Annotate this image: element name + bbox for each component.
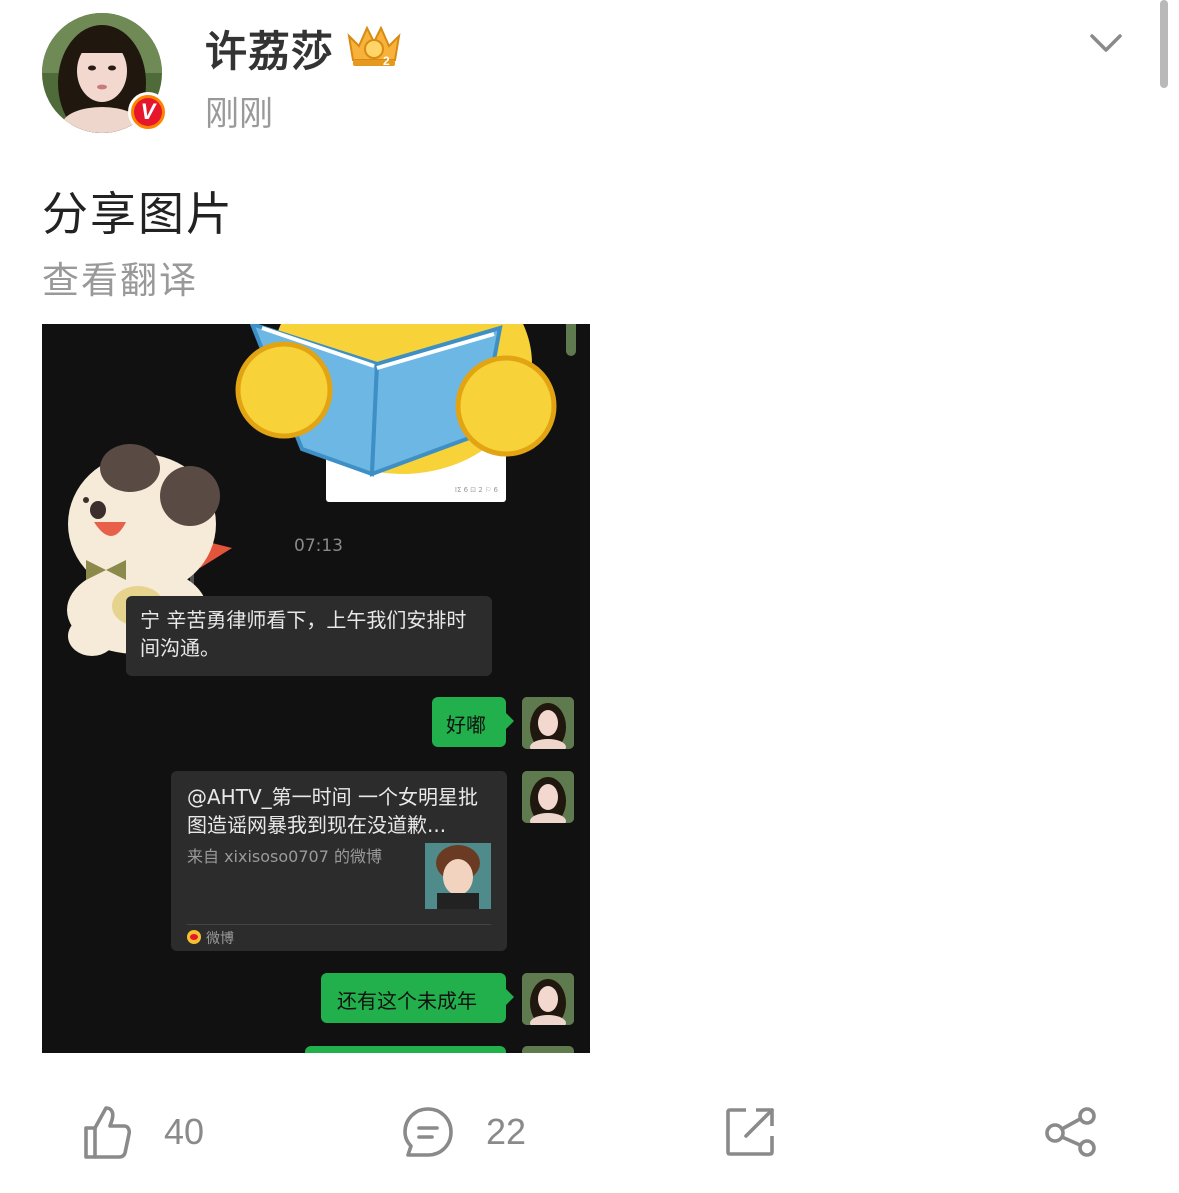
- post-time: 刚刚: [205, 94, 273, 134]
- sent-message-bubble: 好嘟: [432, 697, 514, 747]
- sent-message-bubble-partial: [305, 1046, 506, 1053]
- embedded-card-stats: ΙΣ 6 ⊡ 2 ⚐ 6: [454, 486, 498, 494]
- username[interactable]: 许荔莎: [205, 18, 334, 79]
- share-icon: [1045, 1107, 1096, 1157]
- sent-message-text: 好嘟: [446, 713, 486, 737]
- like-icon: [84, 1106, 132, 1159]
- translate-link[interactable]: 查看翻译: [42, 250, 198, 304]
- comment-icon: [403, 1107, 453, 1157]
- svg-text:2: 2: [383, 54, 390, 68]
- link-card-source: 来自 xixisoso0707 的微博: [187, 847, 382, 866]
- comment-button[interactable]: 22: [402, 1100, 526, 1164]
- chat-avatar-self: [522, 697, 574, 749]
- sent-message-text: 还有这个未成年: [337, 989, 477, 1013]
- link-card-app-label: 微博: [206, 931, 234, 947]
- link-card-thumbnail: [425, 843, 491, 909]
- chat-time: 07:13: [294, 536, 343, 556]
- repost-button[interactable]: [724, 1100, 776, 1164]
- like-button[interactable]: 40: [82, 1100, 204, 1164]
- received-message-text: 宁 辛苦勇律师看下，上午我们安排时间沟通。: [140, 608, 467, 660]
- duck-reading-sticker: [235, 324, 557, 477]
- chat-avatar-self-partial: [522, 1046, 574, 1053]
- share-button[interactable]: [1044, 1100, 1098, 1164]
- sent-message-bubble: 还有这个未成年: [321, 973, 514, 1023]
- crown-level-icon[interactable]: 2: [345, 22, 403, 68]
- comment-count: 22: [486, 1111, 527, 1152]
- verified-v-icon: V: [128, 92, 168, 132]
- chat-avatar-self: [522, 973, 574, 1025]
- received-message-bubble: 宁 辛苦勇律师看下，上午我们安排时间沟通。: [126, 596, 492, 676]
- like-count: 40: [164, 1111, 205, 1152]
- link-card[interactable]: @AHTV_第一时间 一个女明星批图造谣网暴我到现在没道歉... 来自 xixi…: [171, 771, 507, 951]
- chevron-down-icon[interactable]: [1088, 28, 1124, 58]
- weibo-logo-icon: [187, 930, 201, 944]
- link-card-title: @AHTV_第一时间 一个女明星批图造谣网暴我到现在没道歉...: [187, 785, 478, 837]
- chat-avatar-self: [522, 771, 574, 823]
- post-image[interactable]: ΙΣ 6 ⊡ 2 ⚐ 6 07:13 宁 辛苦勇律师看下，上午我们安排时间沟通。: [42, 324, 590, 1053]
- post-text: 分享图片: [42, 187, 234, 241]
- repost-icon: [726, 1108, 774, 1156]
- chat-avatar-self: [566, 324, 576, 356]
- scrollbar[interactable]: [1160, 0, 1168, 88]
- link-card-divider: [187, 924, 491, 925]
